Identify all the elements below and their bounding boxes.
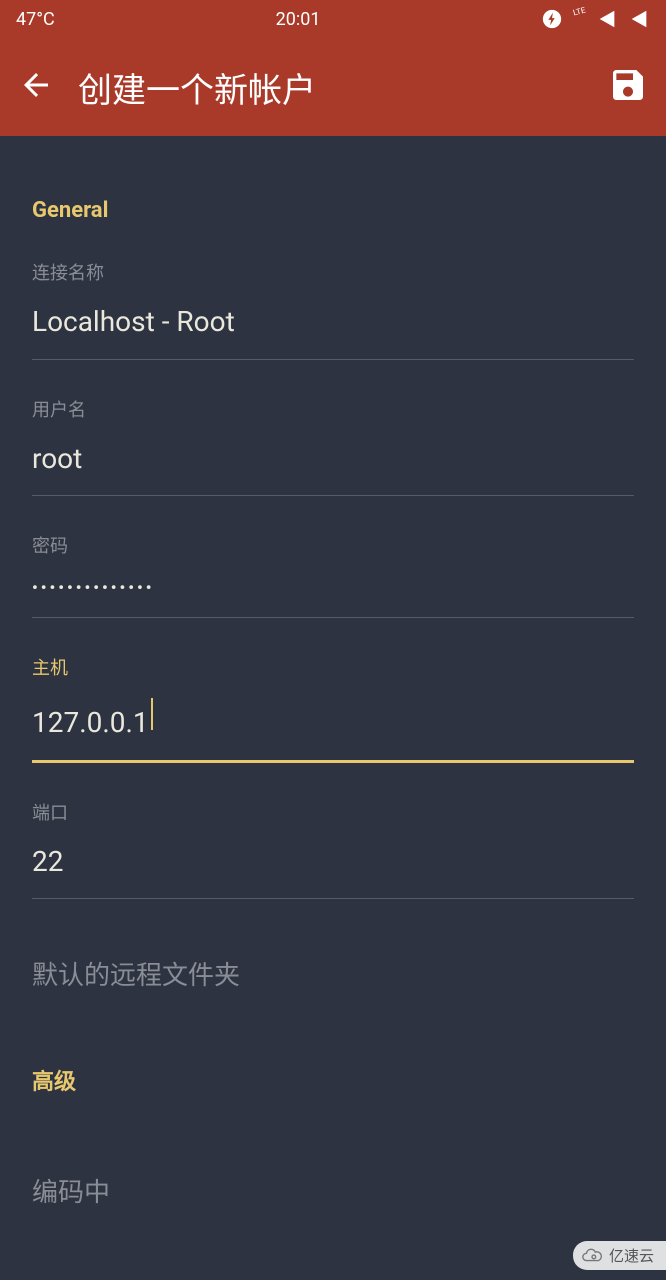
- signal-triangle-icon: [596, 8, 618, 30]
- status-bar: 47°C 20:01 LTE: [0, 0, 666, 38]
- form-content: General 连接名称 Localhost - Root 用户名 root 密…: [0, 198, 666, 1209]
- field-password[interactable]: 密码 ••••••••••••••: [32, 532, 634, 618]
- arrow-left-icon: [18, 67, 54, 103]
- text-cursor: [151, 698, 153, 730]
- section-advanced: 高级: [32, 1064, 634, 1096]
- field-encoding[interactable]: 编码中: [32, 1172, 634, 1209]
- app-bar: 创建一个新帐户: [0, 38, 666, 136]
- value-host: 127.0.0.1: [32, 706, 149, 740]
- status-time: 20:01: [55, 9, 542, 30]
- value-port: 22: [32, 845, 634, 879]
- field-connection-name[interactable]: 连接名称 Localhost - Root: [32, 259, 634, 360]
- watermark: 亿速云: [573, 1241, 666, 1270]
- label-host: 主机: [32, 654, 634, 680]
- value-username: root: [32, 442, 634, 476]
- label-username: 用户名: [32, 396, 634, 422]
- label-encoding: 编码中: [32, 1178, 110, 1208]
- value-connection-name: Localhost - Root: [32, 305, 634, 339]
- field-remote-folder[interactable]: 默认的远程文件夹: [32, 955, 634, 992]
- bolt-icon: [541, 8, 563, 30]
- save-icon: [608, 65, 648, 105]
- save-button[interactable]: [608, 65, 648, 109]
- field-host[interactable]: 主机 127.0.0.1: [32, 654, 634, 763]
- field-username[interactable]: 用户名 root: [32, 396, 634, 497]
- status-temperature: 47°C: [16, 9, 55, 30]
- label-password: 密码: [32, 532, 634, 558]
- page-title: 创建一个新帐户: [78, 63, 584, 112]
- label-port: 端口: [32, 799, 634, 825]
- watermark-text: 亿速云: [609, 1245, 654, 1266]
- network-lte-badge: LTE: [572, 5, 586, 17]
- status-right-icons: LTE: [541, 8, 650, 30]
- label-remote-folder: 默认的远程文件夹: [32, 961, 240, 991]
- play-triangle-icon: [628, 8, 650, 30]
- back-button[interactable]: [18, 67, 54, 107]
- section-general: General: [32, 198, 634, 223]
- label-connection-name: 连接名称: [32, 259, 634, 285]
- value-password: ••••••••••••••: [32, 578, 634, 597]
- cloud-icon: [581, 1248, 603, 1264]
- field-port[interactable]: 端口 22: [32, 799, 634, 900]
